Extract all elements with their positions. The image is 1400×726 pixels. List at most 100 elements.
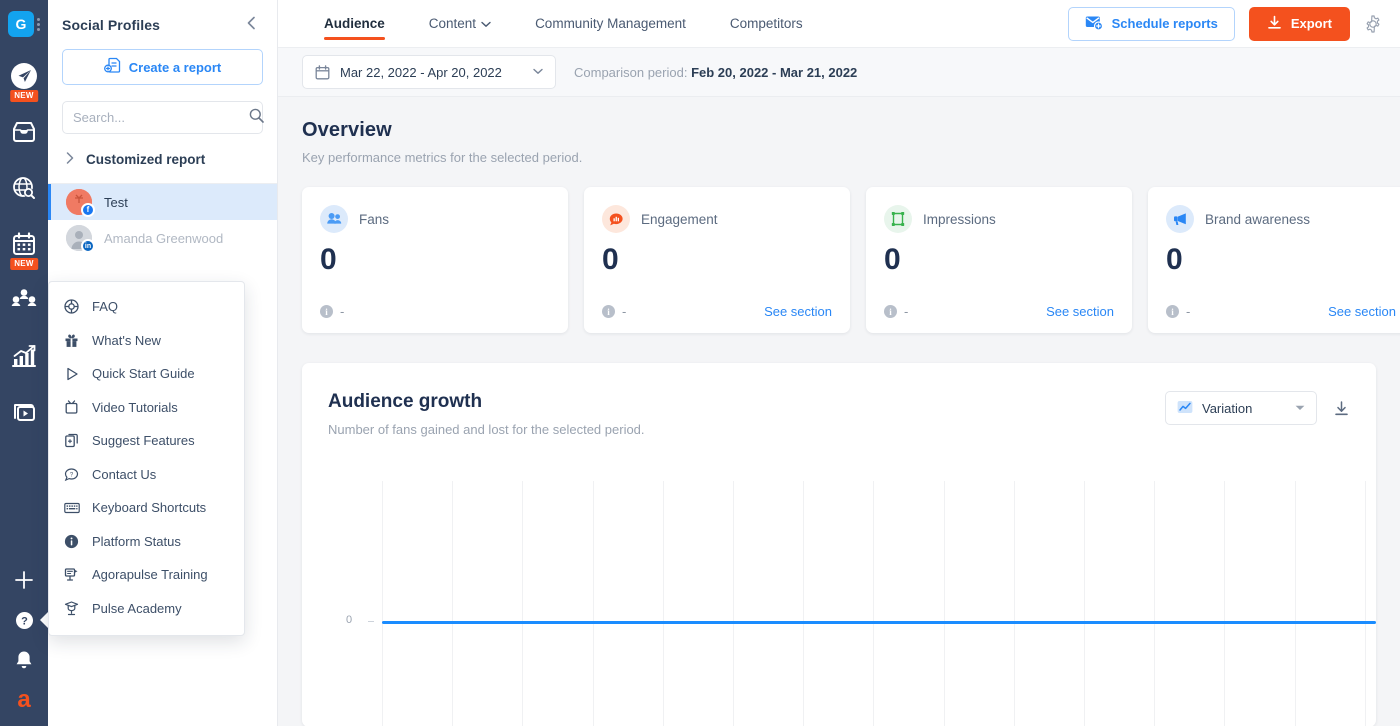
top-navigation-bar: Audience Content Community Management Co… [278, 0, 1400, 48]
metric-card-brand-awareness[interactable]: Brand awareness 0 i - See section [1148, 187, 1400, 333]
report-scroll-area[interactable]: Overview Key performance metrics for the… [278, 97, 1400, 726]
info-icon[interactable]: i [320, 305, 333, 318]
card-footer: i - See section [1166, 304, 1396, 319]
rail-menu-icon[interactable] [37, 17, 40, 31]
rail-item-calendar[interactable]: NEW [0, 216, 48, 272]
see-section-link[interactable]: See section [764, 304, 832, 319]
mail-schedule-icon [1085, 15, 1103, 33]
help-menu-item-contact-us[interactable]: ? Contact Us [49, 458, 244, 492]
tab-competitors[interactable]: Competitors [708, 0, 825, 47]
help-menu-item-quick-start-guide[interactable]: Quick Start Guide [49, 357, 244, 391]
play-icon [63, 367, 80, 381]
help-menu-item-whats-new[interactable]: What's New [49, 324, 244, 358]
rail-item-library[interactable] [0, 384, 48, 440]
tab-community-management[interactable]: Community Management [513, 0, 708, 47]
rail-item-add[interactable] [0, 560, 48, 600]
help-menu-item-agorapulse-training[interactable]: Agorapulse Training [49, 558, 244, 592]
date-range-picker[interactable]: Mar 22, 2022 - Apr 20, 2022 [302, 55, 556, 89]
metric-card-engagement[interactable]: Engagement 0 i - See section [584, 187, 850, 333]
card-label: Fans [359, 211, 390, 227]
card-value: 0 [1166, 243, 1183, 276]
impressions-icon [884, 205, 912, 233]
gear-icon[interactable] [1364, 14, 1382, 33]
search-icon[interactable] [249, 108, 264, 128]
help-menu-item-platform-status[interactable]: Platform Status [49, 525, 244, 559]
help-menu-label: Video Tutorials [92, 399, 178, 415]
create-report-button[interactable]: Create a report [62, 49, 263, 85]
comparison-prefix: Comparison period: [574, 64, 688, 80]
help-menu-item-video-tutorials[interactable]: Video Tutorials [49, 391, 244, 425]
chart-gridline [1154, 481, 1156, 726]
search-input[interactable] [73, 110, 249, 125]
sidebar-header: Social Profiles [48, 0, 277, 45]
training-icon [63, 567, 80, 582]
metric-select[interactable]: Variation [1165, 391, 1317, 425]
help-menu-item-keyboard-shortcuts[interactable]: Keyboard Shortcuts [49, 491, 244, 525]
rail-item-reports[interactable] [0, 328, 48, 384]
tab-audience[interactable]: Audience [302, 0, 407, 47]
rail-item-help[interactable]: ? [0, 600, 49, 640]
app-logo[interactable]: G [8, 11, 34, 37]
chevron-down-icon [1295, 403, 1305, 413]
sidebar-profile-amanda-greenwood[interactable]: in Amanda Greenwood [48, 220, 277, 256]
export-button[interactable]: Export [1248, 6, 1350, 41]
tab-label: Competitors [729, 16, 803, 31]
info-icon[interactable]: i [602, 305, 615, 318]
chart-gridline [1364, 481, 1366, 726]
chevron-left-icon[interactable] [242, 14, 261, 35]
rail-item-inbox[interactable] [0, 104, 48, 160]
rail-item-listening[interactable] [0, 160, 48, 216]
customized-report-row[interactable]: Customized report [48, 134, 277, 184]
chart-gridline [803, 481, 805, 726]
chart-icon [1177, 400, 1193, 417]
page-subtitle: Key performance metrics for the selected… [302, 150, 583, 165]
info-icon[interactable]: i [1166, 305, 1179, 318]
card-label: Engagement [641, 211, 718, 227]
metric-cards: Fans 0 i - Engagement 0 i - See section … [302, 187, 1400, 333]
rail-item-notifications[interactable] [0, 640, 48, 680]
svg-text:?: ? [70, 472, 74, 478]
chart-gridline [1294, 481, 1296, 726]
schedule-reports-button[interactable]: Schedule reports [1067, 6, 1235, 41]
chart-gridline [382, 481, 383, 726]
rail-item-crm[interactable] [0, 272, 48, 328]
chart-gridline [522, 481, 524, 726]
card-delta: - [904, 304, 909, 319]
sidebar-profile-test[interactable]: f Test [48, 184, 277, 220]
suggest-icon [63, 433, 80, 448]
metric-card-impressions[interactable]: Impressions 0 i - See section [866, 187, 1132, 333]
rail-item-agorapulse[interactable]: a [0, 680, 48, 720]
info-icon[interactable]: i [884, 305, 897, 318]
chart-gridline [592, 481, 594, 726]
download-icon [1267, 15, 1282, 33]
svg-text:?: ? [21, 615, 28, 627]
tab-label: Audience [324, 16, 385, 31]
help-menu-item-pulse-academy[interactable]: Pulse Academy [49, 592, 244, 626]
metric-select-value: Variation [1202, 400, 1253, 416]
card-delta: - [622, 304, 627, 319]
rail-badge-new: NEW [10, 258, 38, 270]
chart-gridline [733, 481, 734, 726]
sidebar-title: Social Profiles [62, 16, 160, 33]
gift-icon [63, 333, 80, 348]
megaphone-icon [1166, 205, 1194, 233]
metric-card-fans[interactable]: Fans 0 i - [302, 187, 568, 333]
help-menu-item-suggest-features[interactable]: Suggest Features [49, 424, 244, 458]
see-section-link[interactable]: See section [1046, 304, 1114, 319]
card-delta: - [340, 304, 345, 319]
info-icon [63, 534, 80, 549]
see-section-link[interactable]: See section [1328, 304, 1396, 319]
help-menu-item-faq[interactable]: FAQ [49, 290, 244, 324]
chat-icon: ? [63, 467, 80, 482]
chart-gridline [662, 481, 664, 726]
help-menu-label: Pulse Academy [92, 600, 182, 616]
help-menu-label: Quick Start Guide [92, 366, 195, 382]
comparison-period: Comparison period: Feb 20, 2022 - Mar 21… [574, 65, 857, 80]
sidebar-profile-label: Amanda Greenwood [104, 230, 224, 246]
sidebar-search[interactable] [62, 101, 264, 134]
rail-item-publishing[interactable]: NEW [0, 48, 48, 104]
chart-download-button[interactable] [1333, 400, 1350, 417]
audience-growth-chart: 0 [328, 473, 1376, 726]
help-menu-label: What's New [92, 332, 161, 348]
tab-content[interactable]: Content [407, 0, 513, 47]
